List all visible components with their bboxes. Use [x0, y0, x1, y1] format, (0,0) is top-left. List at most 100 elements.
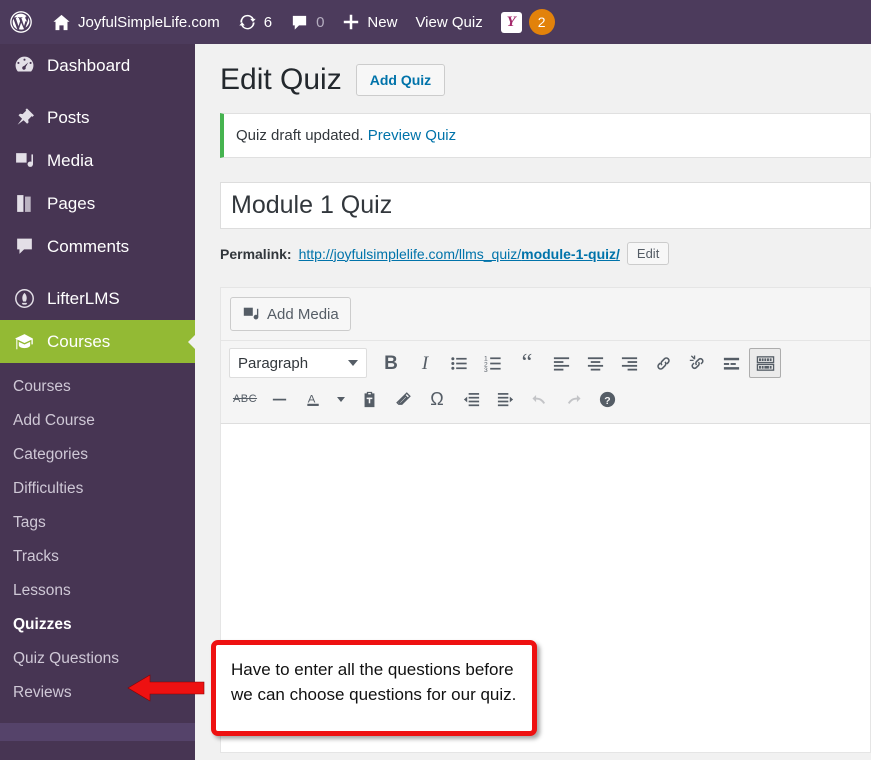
view-quiz-link[interactable]: View Quiz	[406, 0, 491, 44]
add-media-label: Add Media	[267, 305, 339, 323]
add-quiz-button[interactable]: Add Quiz	[355, 63, 446, 97]
sidebar-item-dashboard[interactable]: Dashboard	[0, 44, 195, 87]
sidebar-divider	[0, 268, 195, 277]
unlink-icon[interactable]	[681, 348, 713, 378]
view-quiz-label: View Quiz	[415, 13, 483, 31]
sidebar-item-comments[interactable]: Comments	[0, 225, 195, 268]
comment-bubble-icon	[292, 15, 307, 30]
svg-text:3: 3	[484, 367, 488, 373]
submenu-item-add-course[interactable]: Add Course	[0, 404, 195, 438]
link-icon[interactable]	[647, 348, 679, 378]
new-content-label: New	[367, 13, 398, 31]
paste-as-text-icon[interactable]	[353, 384, 385, 414]
permalink-link[interactable]: http://joyfulsimplelife.com/llms_quiz/mo…	[299, 246, 620, 262]
align-left-icon[interactable]	[545, 348, 577, 378]
submenu-item-lessons[interactable]: Lessons	[0, 574, 195, 608]
sidebar-item-label: Dashboard	[47, 55, 131, 75]
media-icon	[13, 150, 35, 172]
sidebar-item-label: Comments	[47, 236, 130, 256]
format-select[interactable]: Paragraph	[229, 348, 367, 378]
lifterlms-rocket-icon	[13, 288, 35, 310]
indent-icon[interactable]	[489, 384, 521, 414]
text-color-dropdown-icon[interactable]	[331, 384, 351, 414]
annotation-callout: Have to enter all the questions before w…	[211, 640, 537, 736]
toolbar-toggle-icon[interactable]	[749, 348, 781, 378]
sidebar-item-pages[interactable]: Pages	[0, 182, 195, 225]
pin-icon	[13, 107, 35, 129]
sidebar-item-lifterlms[interactable]: LifterLMS	[0, 277, 195, 320]
yoast-letter: Y	[506, 13, 516, 30]
align-right-icon[interactable]	[613, 348, 645, 378]
chevron-down-icon	[348, 360, 358, 366]
admin-bar: JoyfulSimpleLife.com 6 0 New View Quiz Y…	[0, 0, 871, 44]
sidebar-item-label: Posts	[47, 107, 90, 127]
yoast-seo-menu[interactable]: Y 2	[492, 0, 564, 44]
status-notice: Quiz draft updated. Preview Quiz	[220, 113, 871, 158]
wordpress-logo-icon	[10, 11, 32, 33]
page-title: Edit Quiz	[220, 63, 342, 96]
add-media-button[interactable]: Add Media	[230, 297, 351, 331]
keyboard-shortcuts-help-icon[interactable]: ?	[591, 384, 623, 414]
comments-menu[interactable]: 0	[281, 0, 333, 44]
submenu-item-difficulties[interactable]: Difficulties	[0, 472, 195, 506]
redo-icon[interactable]	[557, 384, 589, 414]
home-icon	[53, 14, 70, 30]
sidebar-item-media[interactable]: Media	[0, 139, 195, 182]
quiz-title-input[interactable]	[220, 182, 871, 229]
wp-logo-menu[interactable]	[0, 0, 43, 44]
omega-glyph: Ω	[430, 389, 444, 409]
undo-icon[interactable]	[523, 384, 555, 414]
outdent-icon[interactable]	[455, 384, 487, 414]
bold-glyph: B	[384, 352, 398, 374]
site-name-menu[interactable]: JoyfulSimpleLife.com	[43, 0, 229, 44]
preview-quiz-link[interactable]: Preview Quiz	[368, 127, 456, 144]
admin-sidebar: Dashboard Posts Media Pages Comments Lif…	[0, 44, 195, 760]
editor-toolbar-row-1: Paragraph B I 123 “	[221, 345, 870, 381]
strikethrough-icon[interactable]: ABC	[229, 384, 261, 414]
blockquote-glyph: “	[521, 349, 533, 376]
editor-container: Add Media Paragraph B I 123 “ ABC A Ω ?	[220, 287, 871, 423]
svg-text:?: ?	[604, 395, 610, 406]
bold-icon[interactable]: B	[375, 348, 407, 378]
svg-text:A: A	[307, 393, 315, 405]
new-content-menu[interactable]: New	[333, 0, 406, 44]
sidebar-item-courses[interactable]: Courses	[0, 320, 195, 363]
edit-permalink-button[interactable]: Edit	[626, 242, 670, 265]
dashboard-icon	[13, 55, 35, 77]
bullet-list-icon[interactable]	[443, 348, 475, 378]
special-character-icon[interactable]: Ω	[421, 384, 453, 414]
submenu-item-categories[interactable]: Categories	[0, 438, 195, 472]
sidebar-divider	[0, 87, 195, 96]
media-buttons-bar: Add Media	[221, 288, 870, 341]
pages-icon	[13, 193, 35, 215]
courses-submenu: Courses Add Course Categories Difficulti…	[0, 363, 195, 720]
submenu-item-tags[interactable]: Tags	[0, 506, 195, 540]
format-select-value: Paragraph	[238, 354, 309, 372]
yoast-seo-icon: Y	[500, 11, 522, 33]
graduation-cap-icon	[13, 331, 35, 353]
clear-formatting-icon[interactable]	[387, 384, 419, 414]
italic-glyph: I	[421, 352, 429, 374]
blockquote-icon[interactable]: “	[511, 348, 543, 378]
updates-menu[interactable]: 6	[229, 0, 281, 44]
submenu-item-quizzes[interactable]: Quizzes	[0, 608, 195, 642]
horizontal-rule-icon[interactable]	[263, 384, 295, 414]
strikethrough-glyph: ABC	[232, 392, 258, 405]
align-center-icon[interactable]	[579, 348, 611, 378]
permalink-row: Permalink: http://joyfulsimplelife.com/l…	[220, 242, 871, 265]
read-more-icon[interactable]	[715, 348, 747, 378]
sidebar-item-label: Pages	[47, 193, 96, 213]
numbered-list-icon[interactable]: 123	[477, 348, 509, 378]
editor-toolbar: Paragraph B I 123 “ ABC A Ω ?	[221, 341, 870, 423]
text-color-icon[interactable]: A	[297, 384, 329, 414]
submenu-item-courses[interactable]: Courses	[0, 370, 195, 404]
submenu-item-tracks[interactable]: Tracks	[0, 540, 195, 574]
permalink-base: http://joyfulsimplelife.com/llms_quiz/	[298, 245, 522, 262]
sidebar-item-label: LifterLMS	[47, 288, 120, 308]
italic-icon[interactable]: I	[409, 348, 441, 378]
page-header: Edit Quiz Add Quiz	[195, 44, 871, 108]
sidebar-item-label: Media	[47, 150, 94, 170]
updates-count: 6	[263, 13, 273, 31]
yoast-notification-badge: 2	[528, 9, 555, 35]
sidebar-item-posts[interactable]: Posts	[0, 96, 195, 139]
